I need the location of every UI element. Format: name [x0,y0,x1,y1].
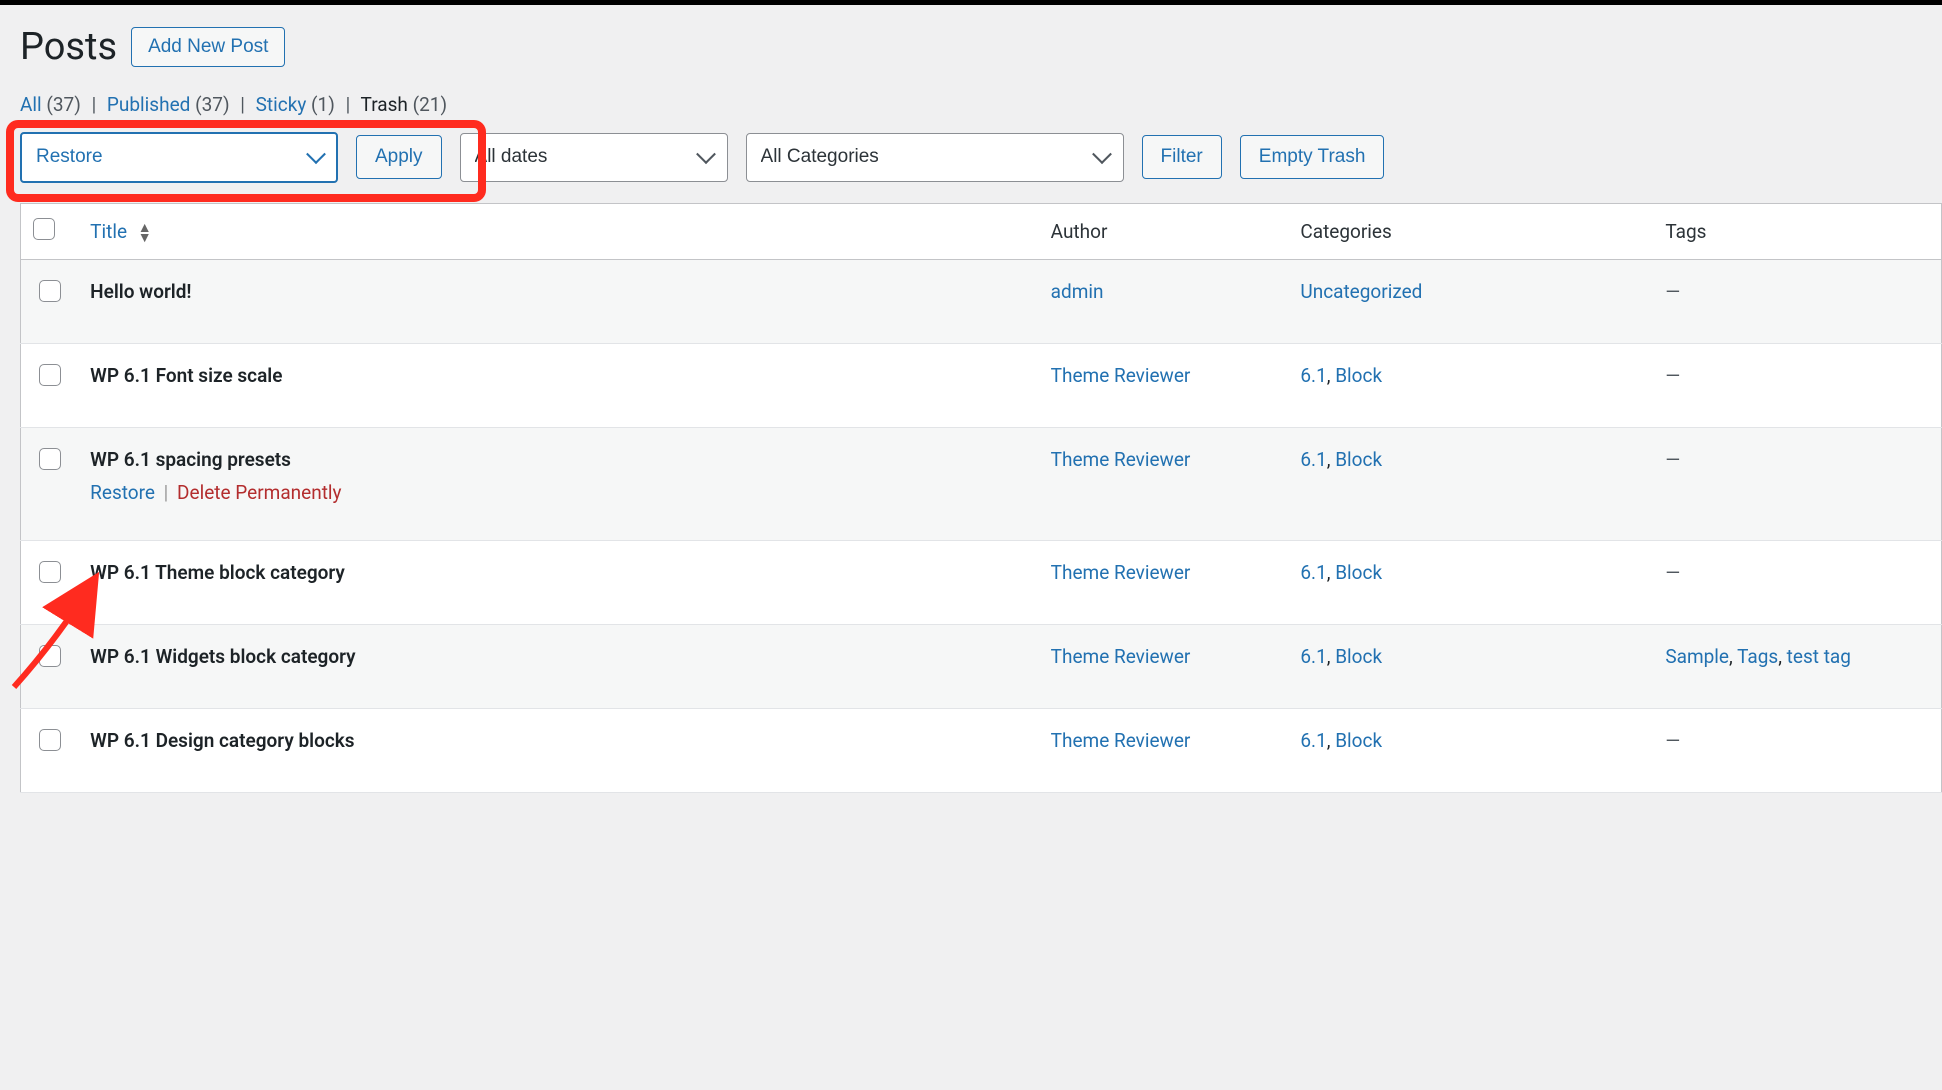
tag-link[interactable]: Tags [1737,645,1778,668]
category-link[interactable]: 6.1 [1300,645,1326,668]
date-filter-select[interactable]: All dates [460,133,728,182]
post-title: WP 6.1 Theme block category [90,561,345,584]
tag-link[interactable]: test tag [1787,645,1851,668]
category-link[interactable]: Block [1335,729,1382,752]
column-tags: Tags [1653,203,1941,259]
no-tags-dash: — [1665,729,1680,752]
row-checkbox[interactable] [39,364,61,386]
row-actions: Restore | Delete Permanently [90,481,1027,504]
table-row: WP 6.1 Design category blocks Theme Revie… [21,708,1942,792]
author-link[interactable]: Theme Reviewer [1051,364,1191,387]
category-link[interactable]: 6.1 [1300,561,1326,584]
no-tags-dash: — [1665,561,1680,584]
author-link[interactable]: Theme Reviewer [1051,729,1191,752]
table-row: WP 6.1 Font size scaleTheme Reviewer6.1,… [21,343,1942,427]
select-all-checkbox[interactable] [33,218,55,240]
author-link[interactable]: admin [1051,280,1104,303]
category-link[interactable]: Uncategorized [1300,280,1422,303]
filter-button[interactable]: Filter [1142,135,1222,179]
filter-trash-current[interactable]: Trash [361,93,408,116]
no-tags-dash: — [1665,280,1680,303]
category-link[interactable]: 6.1 [1300,448,1326,471]
category-link[interactable]: Block [1335,561,1382,584]
table-row: WP 6.1 Widgets block category Theme Revie… [21,624,1942,708]
restore-link[interactable]: Restore [90,481,155,504]
filter-trash-count: (21) [413,93,447,116]
row-checkbox[interactable] [39,280,61,302]
page-title: Posts [20,25,117,69]
table-row: WP 6.1 Theme block category Theme Reviewe… [21,540,1942,624]
category-link[interactable]: 6.1 [1300,364,1326,387]
row-checkbox[interactable] [39,645,61,667]
filter-published-link[interactable]: Published [107,93,190,116]
apply-button[interactable]: Apply [356,135,442,179]
add-new-post-button[interactable]: Add New Post [131,27,285,67]
posts-table: Title ▲▼ Author Categories Tags Hello wo… [20,203,1942,793]
no-tags-dash: — [1665,364,1680,387]
no-tags-dash: — [1665,448,1680,471]
table-row: Hello world! admin Uncategorized — [21,259,1942,343]
column-author: Author [1039,203,1289,259]
empty-trash-button[interactable]: Empty Trash [1240,135,1385,179]
filter-all-link[interactable]: All [20,93,42,116]
post-title: WP 6.1 Design category blocks [90,729,354,752]
author-link[interactable]: Theme Reviewer [1051,561,1191,584]
post-title: Hello world! [90,280,191,303]
sort-icon: ▲▼ [138,223,152,243]
filter-all-count: (37) [46,93,80,116]
post-title: WP 6.1 Widgets block category [90,645,355,668]
category-link[interactable]: Block [1335,645,1382,668]
tag-link[interactable]: Sample [1665,645,1729,668]
table-row: WP 6.1 spacing presets Restore | Delete P… [21,427,1942,540]
category-filter-select[interactable]: All Categories [746,133,1124,182]
column-title-sort[interactable]: Title [90,220,127,243]
filter-sticky-count: (1) [311,93,335,116]
category-link[interactable]: Block [1335,448,1382,471]
column-categories: Categories [1288,203,1653,259]
row-checkbox[interactable] [39,729,61,751]
filter-sticky-link[interactable]: Sticky [256,93,307,116]
author-link[interactable]: Theme Reviewer [1051,448,1191,471]
row-checkbox[interactable] [39,448,61,470]
post-title: WP 6.1 spacing presets [90,448,291,471]
author-link[interactable]: Theme Reviewer [1051,645,1191,668]
status-filter-bar: All (37) | Published (37) | Sticky (1) |… [20,93,1942,116]
bulk-action-select[interactable]: Restore [20,132,338,183]
row-checkbox[interactable] [39,561,61,583]
category-link[interactable]: Block [1335,364,1382,387]
post-title: WP 6.1 Font size scale [90,364,282,387]
delete-permanently-link[interactable]: Delete Permanently [177,481,342,504]
category-link[interactable]: 6.1 [1300,729,1326,752]
filter-published-count: (37) [195,93,229,116]
